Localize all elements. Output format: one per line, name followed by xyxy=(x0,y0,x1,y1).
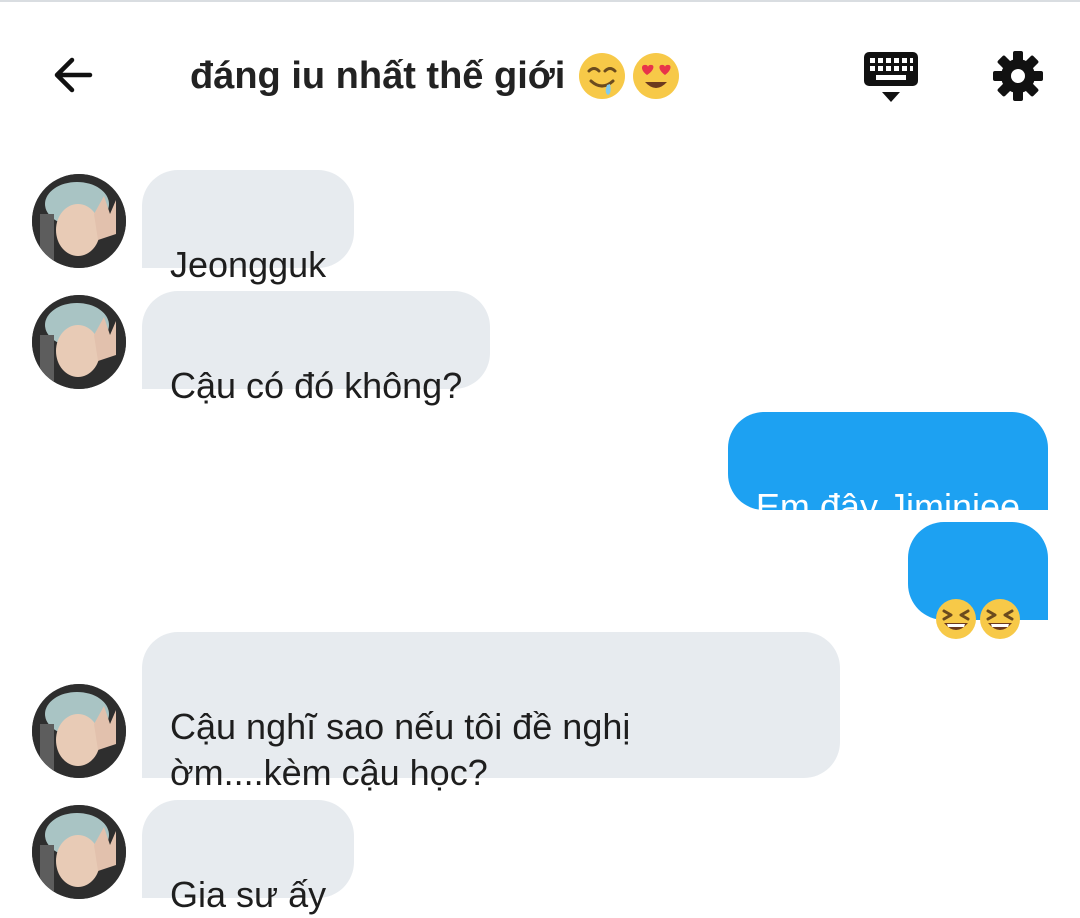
grinning-squinting-emoji-icon xyxy=(980,599,1020,640)
avatar[interactable] xyxy=(32,684,126,778)
chat-title-text: đáng iu nhất thế giới xyxy=(190,54,566,97)
chat-title: đáng iu nhất thế giới xyxy=(190,48,685,104)
avatar-photo-icon xyxy=(32,805,126,899)
message-text: Em đây Jiminiee xyxy=(755,486,1020,527)
back-button[interactable] xyxy=(50,52,96,98)
avatar[interactable] xyxy=(32,295,126,389)
message-text: Jeongguk xyxy=(170,244,327,285)
heart-eyes-emoji-icon xyxy=(633,53,680,99)
gear-icon xyxy=(993,51,1043,101)
keyboard-button[interactable] xyxy=(860,48,922,106)
keyboard-icon xyxy=(864,52,918,102)
avatar[interactable] xyxy=(32,174,126,268)
grinning-squinting-emoji-icon xyxy=(936,599,976,640)
message-text: Gia sư ấy xyxy=(170,874,327,915)
chat-header: đáng iu nhất thế giới xyxy=(0,0,1080,150)
avatar-photo-icon xyxy=(32,174,126,268)
incoming-message-bubble[interactable]: Gia sư ấy xyxy=(142,800,355,915)
outgoing-message-bubble[interactable]: Em đây Jiminiee xyxy=(727,412,1048,527)
incoming-message-bubble[interactable]: Cậu có đó không? xyxy=(142,291,491,406)
back-arrow-icon xyxy=(54,57,93,93)
drooling-face-emoji-icon xyxy=(579,53,626,99)
avatar-photo-icon xyxy=(32,684,126,778)
avatar-photo-icon xyxy=(32,295,126,389)
settings-button[interactable] xyxy=(990,48,1046,104)
outgoing-message-bubble[interactable] xyxy=(908,522,1048,640)
incoming-message-bubble[interactable]: Cậu nghĩ sao nếu tôi đề nghị ờm....kèm c… xyxy=(142,632,840,793)
message-text: Cậu có đó không? xyxy=(170,365,463,406)
message-text: Cậu nghĩ sao nếu tôi đề nghị ờm....kèm c… xyxy=(170,706,631,793)
avatar[interactable] xyxy=(32,805,126,899)
incoming-message-bubble[interactable]: Jeongguk xyxy=(142,170,355,285)
